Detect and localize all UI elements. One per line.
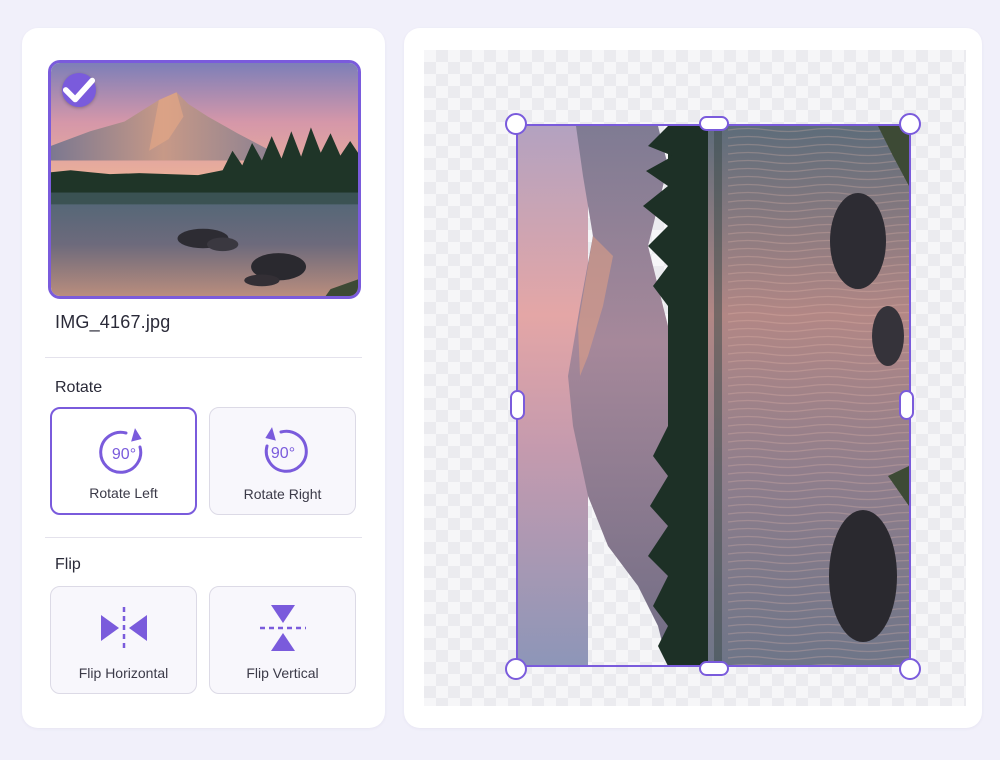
rotate-left-label: Rotate Left [89,485,158,501]
crop-handle-left[interactable] [510,390,525,420]
crop-handle-top[interactable] [699,116,729,131]
rotated-landscape-image [518,126,909,666]
rotate-left-degrees: 90° [111,446,135,463]
rotate-section-title: Rotate [55,379,103,396]
flip-vertical-label: Flip Vertical [246,665,319,681]
rotate-right-button[interactable]: 90° Rotate Right [209,407,356,515]
crop-handle-bottom-right[interactable] [899,658,921,680]
rotate-right-label: Rotate Right [243,486,322,502]
flip-horizontal-button[interactable]: Flip Horizontal [50,586,197,694]
preview-panel [404,28,982,728]
rotate-left-button[interactable]: 90° Rotate Left [50,407,197,515]
divider [45,537,362,538]
crop-handle-bottom-left[interactable] [505,658,527,680]
tools-panel: IMG_4167.jpg Rotate 90° Rotate Left 90° … [22,28,385,728]
divider [45,357,362,358]
rotate-right-degrees: 90° [270,445,294,462]
rotate-left-icon: 90° [98,428,142,474]
flip-horizontal-icon [100,607,147,649]
flip-section-title: Flip [55,556,81,573]
flip-vertical-icon [259,605,306,651]
crop-handle-bottom[interactable] [699,661,729,676]
transparent-canvas [424,50,966,706]
selected-check-icon [62,73,96,107]
rotated-image-preview [518,126,909,666]
flip-vertical-button[interactable]: Flip Vertical [209,586,356,694]
crop-handle-top-right[interactable] [899,113,921,135]
crop-handle-right[interactable] [899,390,914,420]
rotate-right-icon: 90° [264,427,308,473]
landscape-thumbnail-image [51,63,358,296]
flip-horizontal-label: Flip Horizontal [78,665,169,681]
image-thumbnail[interactable] [48,60,361,299]
file-name: IMG_4167.jpg [55,312,171,332]
crop-handle-top-left[interactable] [505,113,527,135]
